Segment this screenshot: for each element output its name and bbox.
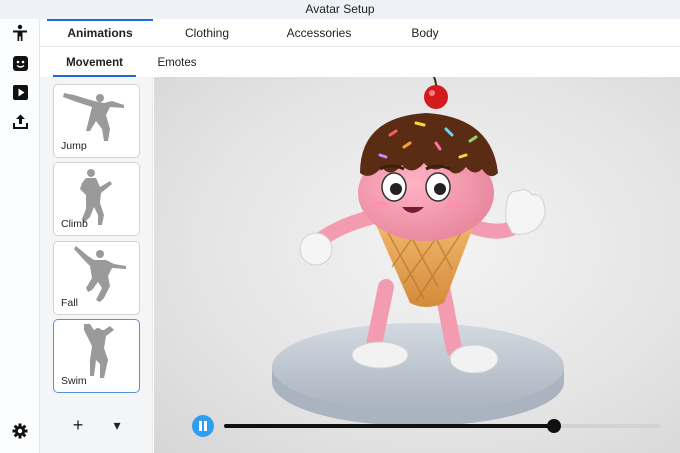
add-animation-button[interactable]: +	[68, 415, 88, 435]
playback-bar	[154, 408, 680, 444]
avatar-preview-viewport[interactable]	[154, 77, 680, 453]
subtab-emotes[interactable]: Emotes	[150, 47, 204, 77]
playback-progress-fill	[224, 424, 554, 428]
animation-label: Fall	[61, 297, 78, 309]
pause-button[interactable]	[192, 415, 214, 437]
animation-label: Swim	[61, 375, 87, 387]
upload-icon[interactable]	[10, 111, 30, 131]
playback-scrubber[interactable]	[224, 419, 660, 433]
animation-card-swim[interactable]: Swim	[53, 319, 140, 393]
animation-label: Jump	[61, 140, 87, 152]
gear-icon[interactable]	[10, 421, 30, 441]
window-title: Avatar Setup	[0, 0, 680, 19]
avatar-preview-render	[272, 77, 564, 426]
animation-card-jump[interactable]: Jump	[53, 84, 140, 158]
animation-card-fall[interactable]: Fall	[53, 241, 140, 315]
add-options-dropdown[interactable]: ▾	[107, 415, 127, 435]
play-square-icon[interactable]	[10, 82, 30, 102]
face-icon[interactable]	[10, 53, 30, 73]
animation-list-panel: Jump Climb Fall Swim + ▾	[40, 77, 153, 453]
tab-body[interactable]: Body	[385, 19, 465, 47]
main-tabs: Animations Clothing Accessories Body	[40, 19, 680, 47]
animation-label: Climb	[61, 218, 88, 230]
sub-tabs: Movement Emotes	[40, 47, 680, 77]
left-rail	[0, 19, 40, 453]
playback-scrubber-handle[interactable]	[546, 419, 561, 433]
tab-clothing[interactable]: Clothing	[162, 19, 252, 47]
tab-accessories[interactable]: Accessories	[266, 19, 372, 47]
subtab-movement[interactable]: Movement	[53, 47, 136, 77]
person-icon[interactable]	[10, 23, 30, 43]
tab-animations[interactable]: Animations	[47, 19, 153, 47]
animation-card-climb[interactable]: Climb	[53, 162, 140, 236]
